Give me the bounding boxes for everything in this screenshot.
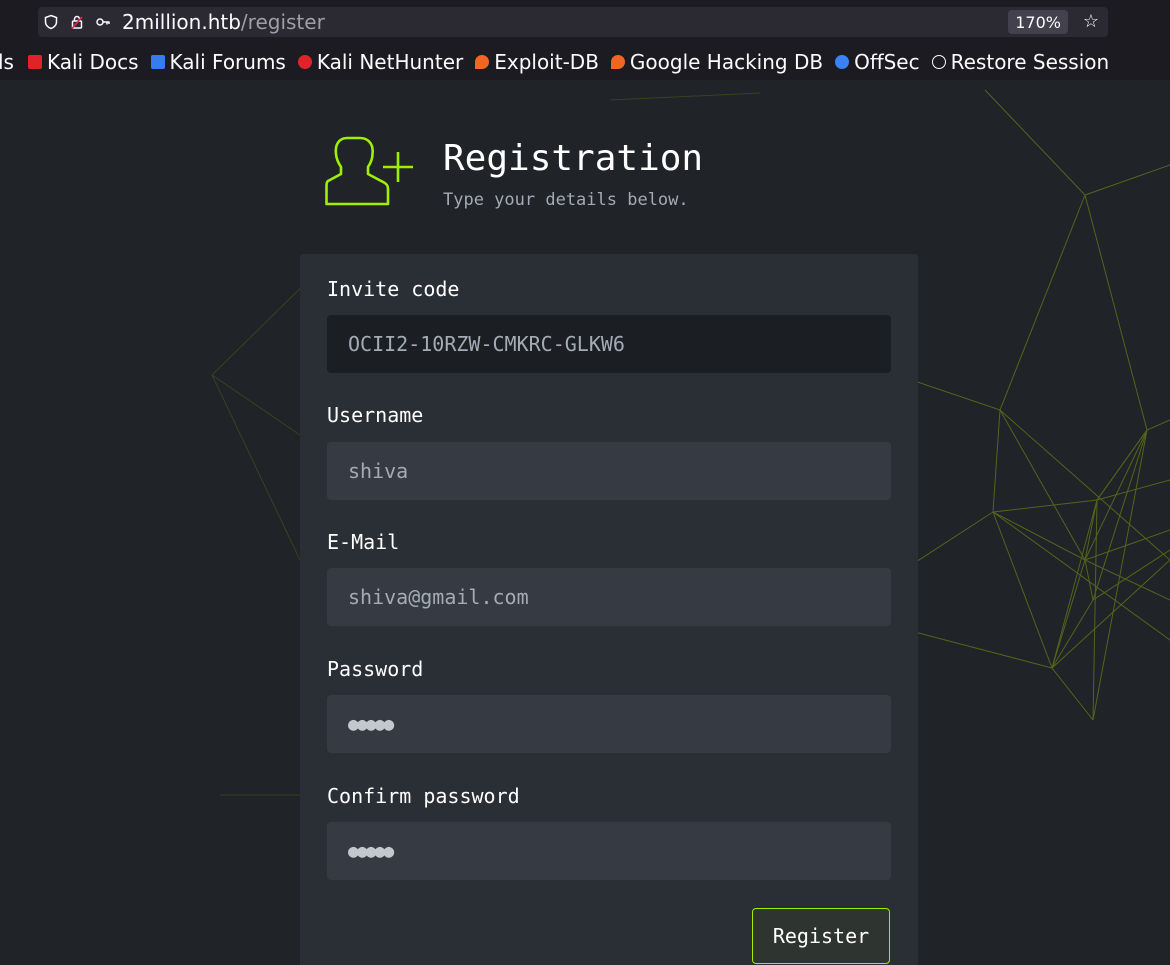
registration-header: Registration Type your details below. — [322, 134, 822, 224]
bookmark-label: Kali NetHunter — [316, 50, 464, 74]
invite-code-label: Invite code — [327, 277, 460, 301]
bookmarks-bar: ls Kali Docs Kali Forums Kali NetHunter … — [0, 44, 1170, 80]
star-icon[interactable]: ☆ — [1080, 11, 1102, 33]
shield-icon[interactable] — [38, 7, 64, 37]
bookmark-label: Kali Docs — [46, 50, 139, 74]
kali-docs-icon — [27, 55, 42, 69]
page-title: Registration — [443, 138, 704, 179]
browser-toolbar: 2million.htb/register 170% ☆ — [0, 0, 1170, 44]
url-path[interactable]: /register — [241, 10, 325, 34]
globe-icon — [931, 55, 946, 69]
email-field[interactable]: shiva@gmail.com — [327, 568, 891, 626]
password-label: Password — [327, 657, 424, 681]
username-field[interactable]: shiva — [327, 442, 891, 500]
bookmark-ghdb[interactable]: Google Hacking DB — [610, 50, 824, 74]
page-content: Registration Type your details below. In… — [0, 80, 1170, 965]
bookmark-kali-forums[interactable]: Kali Forums — [150, 50, 286, 74]
bookmark-offsec[interactable]: OffSec — [835, 50, 920, 74]
kali-forums-icon — [150, 55, 165, 69]
bookmark-kali-docs[interactable]: Kali Docs — [27, 50, 139, 74]
bookmark-restore-session[interactable]: Restore Session — [931, 50, 1110, 74]
bookmark-label: Google Hacking DB — [629, 50, 824, 74]
password-field[interactable]: ●●●●● — [327, 695, 891, 753]
confirm-password-label: Confirm password — [327, 784, 520, 808]
offsec-icon — [835, 55, 850, 69]
add-user-icon — [325, 136, 413, 206]
register-button[interactable]: Register — [752, 908, 890, 964]
username-label: Username — [327, 403, 424, 427]
registration-form: Invite code OCII2-10RZW-CMKRC-GLKW6 User… — [300, 254, 918, 965]
bookmark-label: OffSec — [854, 50, 920, 74]
confirm-password-field[interactable]: ●●●●● — [327, 822, 891, 880]
bookmark-truncated[interactable]: ls — [0, 50, 14, 74]
page-subtitle: Type your details below. — [443, 190, 689, 210]
zoom-level-badge[interactable]: 170% — [1008, 10, 1068, 34]
lock-icon[interactable] — [64, 7, 90, 37]
bookmark-exploit-db[interactable]: Exploit-DB — [475, 50, 599, 74]
bookmark-label: Restore Session — [950, 50, 1110, 74]
kali-nethunter-icon — [297, 55, 312, 69]
url-bar[interactable]: 2million.htb/register 170% ☆ — [38, 7, 1108, 37]
exploit-db-icon — [475, 55, 490, 69]
bookmark-label: Kali Forums — [169, 50, 286, 74]
key-icon[interactable] — [90, 7, 116, 37]
bookmark-label: Exploit-DB — [494, 50, 599, 74]
invite-code-field[interactable]: OCII2-10RZW-CMKRC-GLKW6 — [327, 315, 891, 373]
url-host[interactable]: 2million.htb — [122, 10, 241, 34]
ghdb-icon — [610, 55, 625, 69]
email-label: E-Mail — [327, 530, 400, 554]
bookmark-kali-nethunter[interactable]: Kali NetHunter — [297, 50, 464, 74]
